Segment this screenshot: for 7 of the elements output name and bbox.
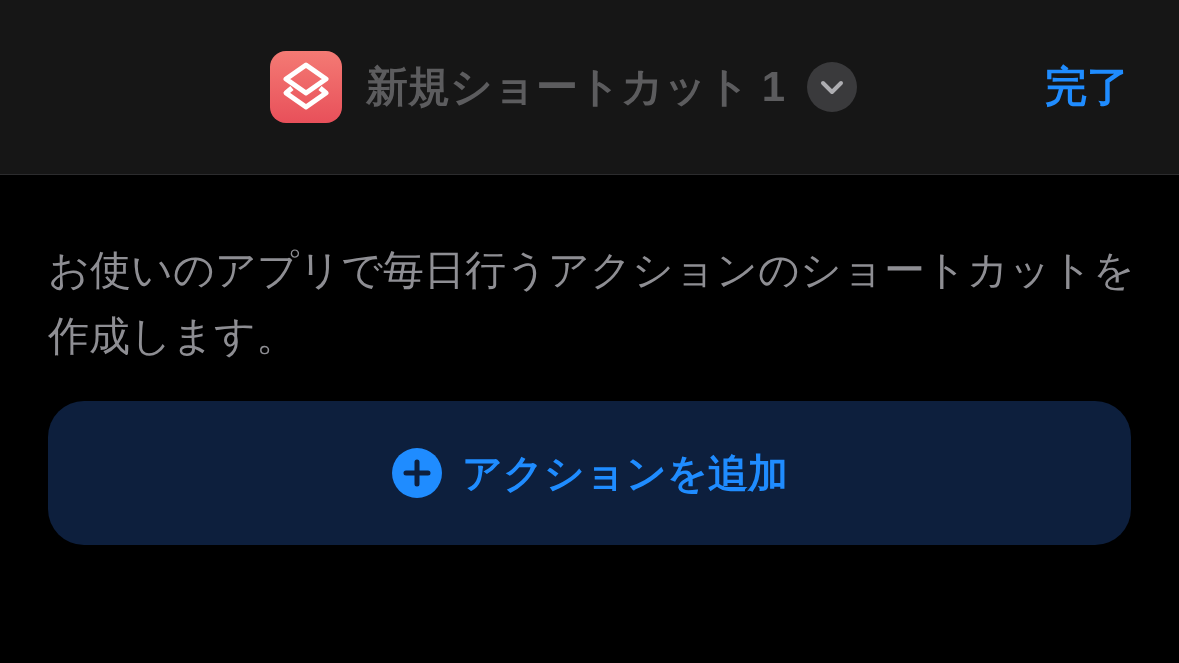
description-text: お使いのアプリで毎日行うアクションのショートカットを作成します。 bbox=[48, 246, 1136, 361]
done-button[interactable]: 完了 bbox=[1045, 66, 1129, 108]
plus-circle-icon bbox=[391, 448, 442, 498]
chevron-down-icon[interactable] bbox=[807, 62, 858, 112]
shortcut-title[interactable]: 新規ショートカット 1 bbox=[366, 66, 786, 108]
add-action-button[interactable]: アクションを追加 bbox=[48, 401, 1131, 545]
layers-app-icon bbox=[270, 51, 342, 123]
